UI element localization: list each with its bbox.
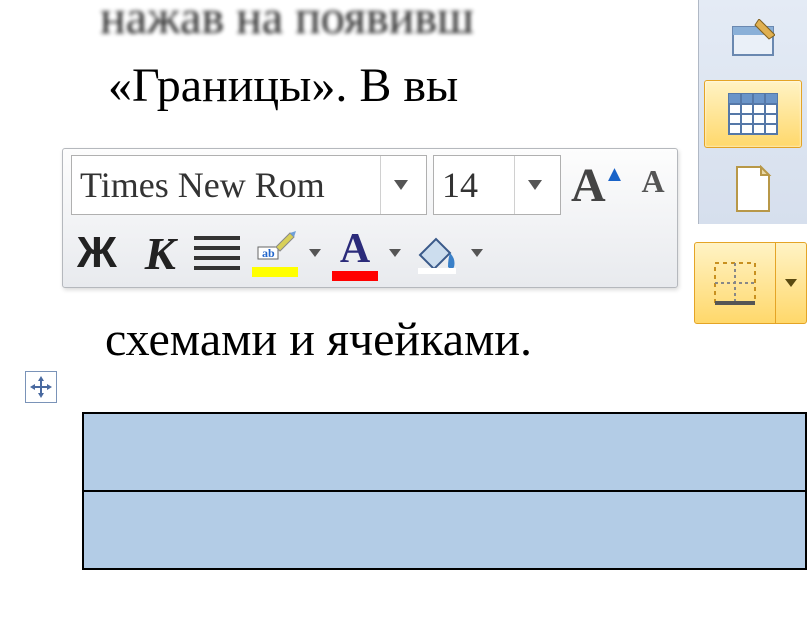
highlight-color-swatch bbox=[252, 267, 298, 277]
font-color-icon: A bbox=[340, 225, 370, 273]
font-color-dropdown-arrow[interactable] bbox=[384, 249, 406, 257]
highlight-dropdown-arrow[interactable] bbox=[304, 249, 326, 257]
draw-table-icon bbox=[731, 19, 775, 59]
justify-icon bbox=[194, 235, 240, 271]
font-color-button[interactable]: A bbox=[332, 225, 378, 281]
table-cell[interactable] bbox=[83, 491, 806, 569]
table-row[interactable] bbox=[83, 413, 806, 491]
font-size-combobox[interactable] bbox=[433, 155, 561, 215]
shrink-font-icon: A bbox=[641, 163, 664, 200]
font-name-input[interactable] bbox=[72, 164, 380, 206]
font-name-dropdown-arrow[interactable] bbox=[380, 156, 420, 214]
font-size-input[interactable] bbox=[434, 164, 514, 206]
justify-button[interactable] bbox=[188, 226, 246, 280]
move-arrows-icon bbox=[30, 376, 52, 398]
highlighter-icon: ab bbox=[254, 229, 296, 265]
shrink-font-button[interactable]: A bbox=[637, 167, 668, 204]
paint-bucket-icon bbox=[412, 231, 460, 275]
borders-icon bbox=[711, 259, 759, 307]
borders-dropdown-arrow[interactable] bbox=[776, 279, 806, 287]
grow-font-button[interactable]: A ▲ bbox=[567, 158, 631, 213]
font-color-swatch bbox=[332, 271, 378, 281]
table-grid-icon bbox=[727, 92, 779, 136]
italic-button[interactable]: К bbox=[139, 226, 182, 280]
svg-text:ab: ab bbox=[262, 246, 275, 260]
right-icon-panel bbox=[698, 0, 807, 224]
bold-button[interactable]: Ж bbox=[71, 226, 123, 280]
text-highlight-button[interactable]: ab bbox=[252, 229, 298, 277]
blank-page-icon bbox=[733, 165, 773, 213]
insert-table-button[interactable] bbox=[704, 80, 802, 148]
font-size-dropdown-arrow[interactable] bbox=[514, 156, 554, 214]
font-name-combobox[interactable] bbox=[71, 155, 427, 215]
table-row[interactable] bbox=[83, 491, 806, 569]
grow-font-icon: A bbox=[571, 158, 606, 213]
draw-table-button[interactable] bbox=[722, 10, 784, 68]
document-text-line3: схемами и ячейками. bbox=[105, 312, 532, 367]
mini-formatting-toolbar: A ▲ A Ж К ab bbox=[62, 148, 678, 288]
blank-page-button[interactable] bbox=[722, 160, 784, 218]
document-table[interactable] bbox=[82, 412, 807, 570]
table-cell[interactable] bbox=[83, 413, 806, 491]
shading-dropdown-arrow[interactable] bbox=[466, 249, 488, 257]
document-text-line1: нажав на появивш bbox=[100, 0, 474, 45]
borders-button-main[interactable] bbox=[695, 243, 776, 323]
table-move-handle[interactable] bbox=[25, 371, 57, 403]
document-text-line2: «Границы». В вы bbox=[108, 58, 458, 113]
borders-split-button[interactable] bbox=[694, 242, 807, 324]
shading-button[interactable] bbox=[412, 231, 460, 275]
